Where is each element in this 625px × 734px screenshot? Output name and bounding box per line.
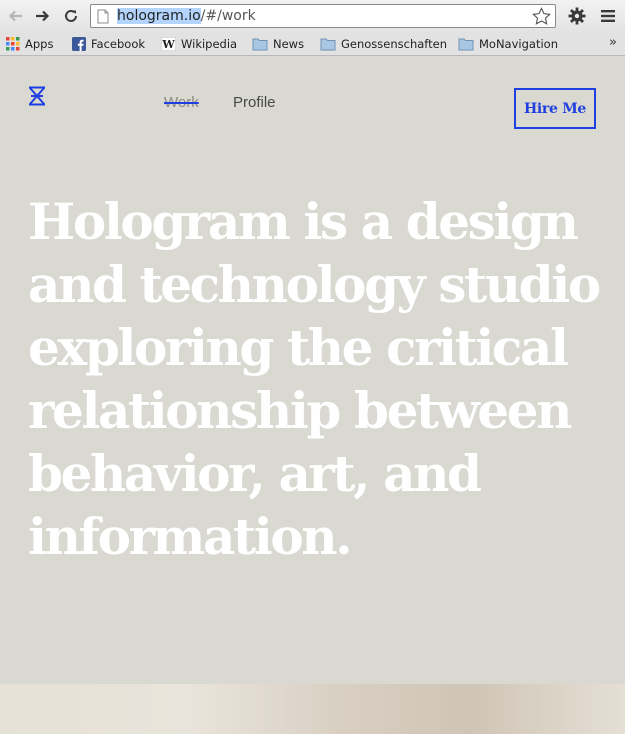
hero-image (0, 684, 625, 734)
bookmarks-overflow-button[interactable]: » (609, 35, 617, 50)
bookmark-wikipedia[interactable]: W Wikipedia (161, 36, 237, 52)
reload-icon (65, 9, 77, 22)
hologram-logo[interactable] (27, 86, 47, 111)
hero-headline: Hologram is a design and technology stud… (28, 192, 601, 566)
bookmarks-bar: Apps Facebook W Wikipedia News Genossens… (0, 32, 625, 56)
folder-icon (252, 38, 268, 50)
hamburger-menu-icon (601, 10, 615, 22)
wikipedia-icon: W (161, 37, 176, 51)
bookmark-label: News (273, 37, 305, 51)
url-text: hologram.io/#/work (117, 8, 256, 24)
bookmark-label: Facebook (91, 37, 146, 51)
hologram-logo-icon (29, 86, 45, 106)
folder-icon (320, 38, 336, 50)
nav-link-profile[interactable]: Profile (233, 94, 276, 111)
url-path: /#/work (200, 8, 256, 24)
url-host: hologram.io (117, 8, 201, 24)
bookmark-label: Wikipedia (181, 37, 238, 51)
reload-button[interactable] (61, 6, 81, 26)
forward-button[interactable] (32, 6, 52, 26)
bookmark-news[interactable]: News (252, 36, 304, 52)
nav-link-work[interactable]: Work (164, 94, 199, 111)
bookmark-genossenschaften[interactable]: Genossenschaften (320, 36, 447, 52)
settings-button[interactable] (567, 6, 587, 26)
bookmark-label: MoNavigation (479, 37, 558, 51)
bookmark-star-icon[interactable] (532, 7, 551, 30)
folder-icon (458, 38, 474, 50)
bookmark-label: Genossenschaften (341, 37, 448, 51)
svg-text:W: W (161, 38, 175, 51)
apps-grid-icon (6, 37, 20, 51)
hire-me-button[interactable]: Hire Me (514, 88, 596, 129)
menu-button[interactable] (598, 6, 618, 26)
bookmark-apps[interactable]: Apps (6, 36, 53, 52)
page-icon (97, 9, 109, 29)
facebook-icon (72, 37, 86, 51)
bookmark-label: Apps (25, 37, 54, 51)
back-arrow-icon (8, 10, 22, 22)
back-button[interactable] (6, 6, 26, 26)
browser-toolbar: hologram.io/#/work (0, 0, 625, 32)
bookmark-monavigation[interactable]: MoNavigation (458, 36, 558, 52)
gear-icon (568, 7, 586, 25)
bookmark-facebook[interactable]: Facebook (72, 36, 145, 52)
address-bar[interactable]: hologram.io/#/work (90, 4, 556, 28)
forward-arrow-icon (36, 10, 50, 22)
website-page: Work Profile Hire Me Hologram is a desig… (0, 56, 625, 734)
